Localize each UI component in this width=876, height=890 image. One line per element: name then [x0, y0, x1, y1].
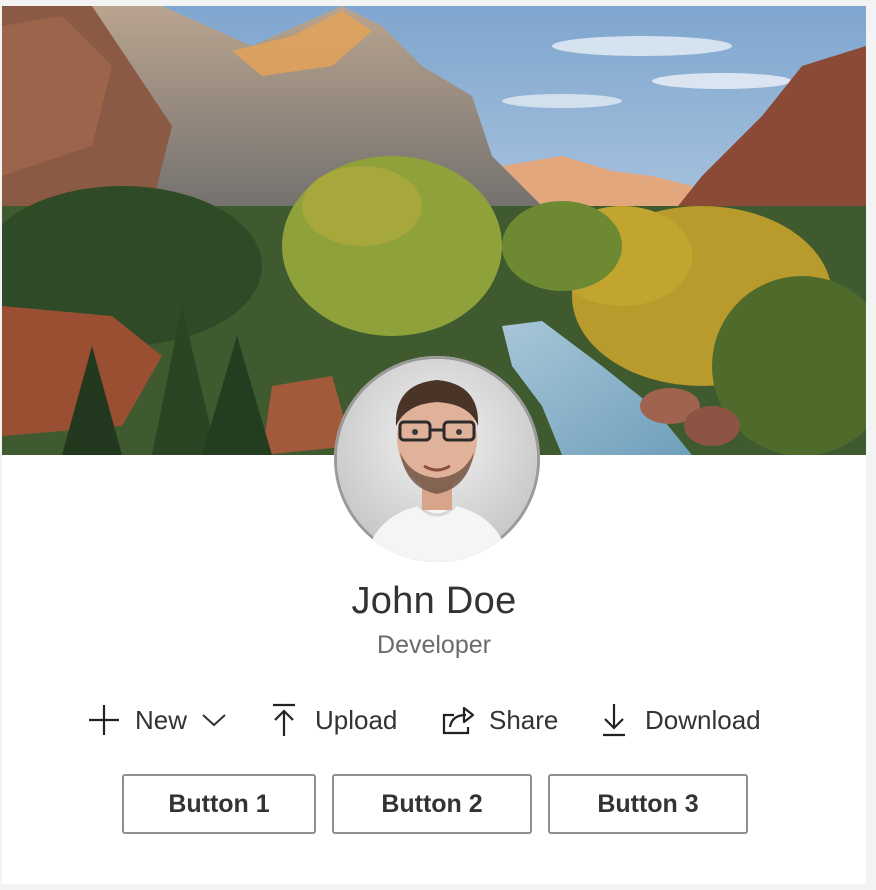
- avatar[interactable]: [334, 356, 540, 562]
- upload-icon: [266, 702, 302, 738]
- chevron-down-icon: [201, 712, 227, 728]
- button-2[interactable]: Button 2: [332, 774, 532, 834]
- profile-name: John Doe: [351, 580, 517, 622]
- share-command-button[interactable]: Share: [440, 700, 558, 740]
- new-command-label: New: [135, 704, 188, 735]
- new-command-button[interactable]: New: [86, 700, 227, 740]
- share-command-label: Share: [489, 704, 559, 735]
- upload-command-label: Upload: [315, 704, 398, 735]
- command-bar: New Upload Share Download: [2, 700, 866, 740]
- download-command-button[interactable]: Download: [596, 700, 761, 740]
- download-icon: [596, 702, 632, 738]
- button-1[interactable]: Button 1: [122, 774, 316, 834]
- upload-command-button[interactable]: Upload: [266, 700, 397, 740]
- profile-card: John Doe Developer New Upload Share Down…: [2, 6, 866, 884]
- plus-icon: [86, 702, 122, 738]
- button-3[interactable]: Button 3: [548, 774, 748, 834]
- profile-title: Developer: [377, 631, 491, 659]
- download-command-label: Download: [645, 704, 761, 735]
- share-icon: [440, 702, 476, 738]
